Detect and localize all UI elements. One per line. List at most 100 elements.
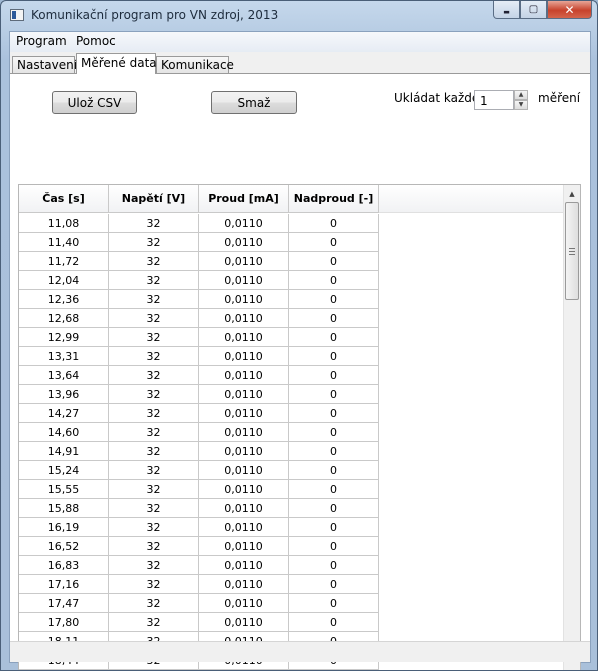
cell-voltage[interactable]: 32 <box>109 556 199 575</box>
cell-voltage[interactable]: 32 <box>109 404 199 423</box>
down-arrow-icon[interactable]: ▼ <box>564 664 580 671</box>
save-every-input[interactable] <box>474 90 514 110</box>
tab-komunikace[interactable]: Komunikace <box>156 56 234 74</box>
cell-current[interactable]: 0,0110 <box>199 480 289 499</box>
table-row[interactable]: 17,47 32 0,0110 0 <box>19 594 564 613</box>
cell-voltage[interactable]: 32 <box>109 271 199 290</box>
cell-voltage[interactable]: 32 <box>109 461 199 480</box>
table-row[interactable]: 14,91 32 0,0110 0 <box>19 442 564 461</box>
cell-overcurrent[interactable]: 0 <box>289 309 379 328</box>
cell-overcurrent[interactable]: 0 <box>289 575 379 594</box>
title-bar[interactable]: Komunikační program pro VN zdroj, 2013 ▬… <box>1 1 597 31</box>
cell-current[interactable]: 0,0110 <box>199 613 289 632</box>
cell-time[interactable]: 17,80 <box>19 613 109 632</box>
cell-voltage[interactable]: 32 <box>109 518 199 537</box>
cell-overcurrent[interactable]: 0 <box>289 233 379 252</box>
table-row[interactable]: 13,64 32 0,0110 0 <box>19 366 564 385</box>
cell-current[interactable]: 0,0110 <box>199 214 289 233</box>
cell-current[interactable]: 0,0110 <box>199 404 289 423</box>
cell-voltage[interactable]: 32 <box>109 594 199 613</box>
cell-voltage[interactable]: 32 <box>109 290 199 309</box>
cell-time[interactable]: 12,68 <box>19 309 109 328</box>
table-row[interactable]: 16,83 32 0,0110 0 <box>19 556 564 575</box>
cell-overcurrent[interactable]: 0 <box>289 423 379 442</box>
cell-time[interactable]: 16,52 <box>19 537 109 556</box>
cell-overcurrent[interactable]: 0 <box>289 214 379 233</box>
cell-current[interactable]: 0,0110 <box>199 271 289 290</box>
cell-voltage[interactable]: 32 <box>109 499 199 518</box>
cell-current[interactable]: 0,0110 <box>199 461 289 480</box>
column-header-voltage[interactable]: Napětí [V] <box>109 185 199 213</box>
table-row[interactable]: 16,52 32 0,0110 0 <box>19 537 564 556</box>
cell-voltage[interactable]: 32 <box>109 537 199 556</box>
cell-current[interactable]: 0,0110 <box>199 423 289 442</box>
cell-overcurrent[interactable]: 0 <box>289 385 379 404</box>
table-row[interactable]: 11,72 32 0,0110 0 <box>19 252 564 271</box>
cell-time[interactable]: 15,24 <box>19 461 109 480</box>
cell-overcurrent[interactable]: 0 <box>289 461 379 480</box>
cell-voltage[interactable]: 32 <box>109 347 199 366</box>
cell-overcurrent[interactable]: 0 <box>289 594 379 613</box>
table-row[interactable]: 13,96 32 0,0110 0 <box>19 385 564 404</box>
cell-current[interactable]: 0,0110 <box>199 518 289 537</box>
cell-time[interactable]: 14,91 <box>19 442 109 461</box>
cell-current[interactable]: 0,0110 <box>199 309 289 328</box>
cell-overcurrent[interactable]: 0 <box>289 252 379 271</box>
cell-time[interactable]: 11,40 <box>19 233 109 252</box>
cell-current[interactable]: 0,0110 <box>199 594 289 613</box>
table-row[interactable]: 15,24 32 0,0110 0 <box>19 461 564 480</box>
cell-overcurrent[interactable]: 0 <box>289 271 379 290</box>
table-row[interactable]: 15,88 32 0,0110 0 <box>19 499 564 518</box>
cell-current[interactable]: 0,0110 <box>199 537 289 556</box>
cell-current[interactable]: 0,0110 <box>199 499 289 518</box>
clear-button[interactable]: Smaž <box>211 91 297 114</box>
cell-current[interactable]: 0,0110 <box>199 233 289 252</box>
cell-current[interactable]: 0,0110 <box>199 290 289 309</box>
cell-time[interactable]: 15,88 <box>19 499 109 518</box>
cell-overcurrent[interactable]: 0 <box>289 290 379 309</box>
cell-voltage[interactable]: 32 <box>109 252 199 271</box>
table-row[interactable]: 11,08 32 0,0110 0 <box>19 214 564 233</box>
save-csv-button[interactable]: Ulož CSV <box>52 91 137 114</box>
cell-time[interactable]: 16,83 <box>19 556 109 575</box>
close-button[interactable]: ✕ <box>547 1 592 19</box>
table-row[interactable]: 12,99 32 0,0110 0 <box>19 328 564 347</box>
minimize-button[interactable]: ▬ <box>493 1 520 19</box>
cell-time[interactable]: 13,64 <box>19 366 109 385</box>
cell-voltage[interactable]: 32 <box>109 613 199 632</box>
cell-overcurrent[interactable]: 0 <box>289 442 379 461</box>
up-arrow-icon[interactable]: ▲ <box>564 185 580 202</box>
maximize-button[interactable]: ▢ <box>520 1 547 19</box>
cell-current[interactable]: 0,0110 <box>199 385 289 404</box>
table-row[interactable]: 12,68 32 0,0110 0 <box>19 309 564 328</box>
cell-current[interactable]: 0,0110 <box>199 328 289 347</box>
cell-voltage[interactable]: 32 <box>109 442 199 461</box>
spin-down-button[interactable]: ▼ <box>514 100 528 110</box>
column-header-current[interactable]: Proud [mA] <box>199 185 289 213</box>
cell-time[interactable]: 13,96 <box>19 385 109 404</box>
table-row[interactable]: 14,60 32 0,0110 0 <box>19 423 564 442</box>
table-row[interactable]: 11,40 32 0,0110 0 <box>19 233 564 252</box>
tab-merene-data[interactable]: Měřené data <box>76 53 157 74</box>
menu-program[interactable]: Program <box>16 34 67 48</box>
table-row[interactable]: 16,19 32 0,0110 0 <box>19 518 564 537</box>
cell-overcurrent[interactable]: 0 <box>289 613 379 632</box>
scroll-thumb[interactable] <box>565 202 579 300</box>
cell-voltage[interactable]: 32 <box>109 214 199 233</box>
cell-time[interactable]: 17,47 <box>19 594 109 613</box>
cell-time[interactable]: 14,27 <box>19 404 109 423</box>
table-row[interactable]: 17,80 32 0,0110 0 <box>19 613 564 632</box>
cell-voltage[interactable]: 32 <box>109 233 199 252</box>
cell-time[interactable]: 11,08 <box>19 214 109 233</box>
cell-overcurrent[interactable]: 0 <box>289 347 379 366</box>
table-row[interactable]: 15,55 32 0,0110 0 <box>19 480 564 499</box>
cell-time[interactable]: 14,60 <box>19 423 109 442</box>
cell-time[interactable]: 12,99 <box>19 328 109 347</box>
column-header-overcurrent[interactable]: Nadproud [-] <box>289 185 379 213</box>
cell-current[interactable]: 0,0110 <box>199 347 289 366</box>
cell-current[interactable]: 0,0110 <box>199 575 289 594</box>
cell-time[interactable]: 11,72 <box>19 252 109 271</box>
cell-current[interactable]: 0,0110 <box>199 442 289 461</box>
data-grid[interactable]: Čas [s] Napětí [V] Proud [mA] Nadproud [… <box>18 184 581 671</box>
cell-voltage[interactable]: 32 <box>109 328 199 347</box>
